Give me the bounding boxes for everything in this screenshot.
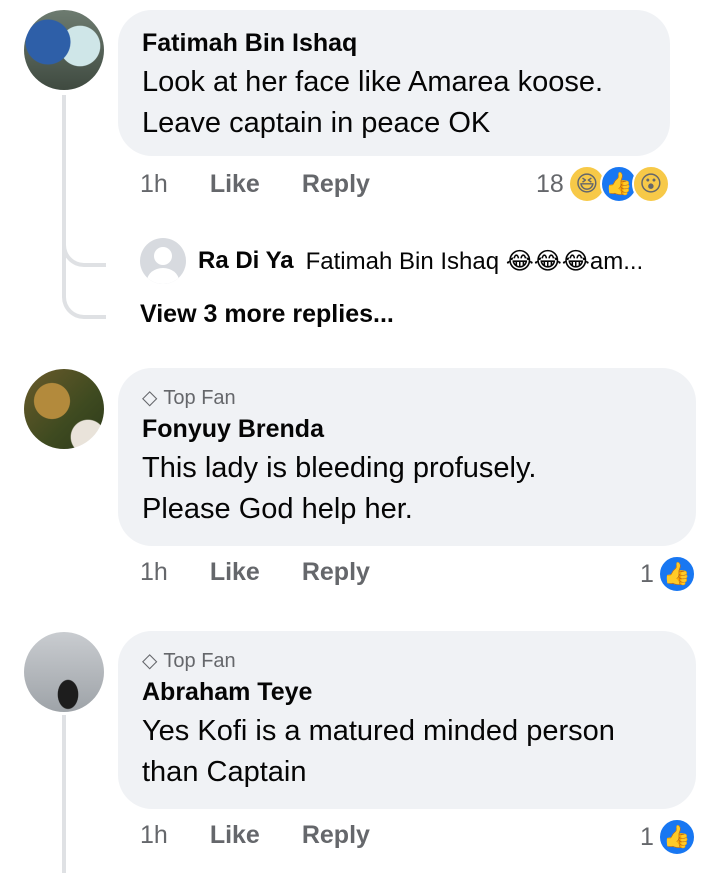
comment-actions: 1h Like Reply [140,821,370,850]
reply-button[interactable]: Reply [302,821,370,850]
comment-author[interactable]: Fonyuy Brenda [142,414,672,444]
comment-text-line: Look at her face like Amarea koose. [142,66,604,98]
reply-button[interactable]: Reply [302,170,370,199]
avatar[interactable] [24,369,104,449]
comment-actions: 1h Like Reply [140,170,370,199]
thread-branch [62,233,106,267]
reply-button[interactable]: Reply [302,558,370,587]
badge-label: Top Fan [163,650,236,672]
reaction-count: 1 [640,822,654,851]
like-button[interactable]: Like [210,821,260,850]
thread-line [62,95,66,295]
thread-line [62,715,66,873]
top-fan-badge: ◇ Top Fan [142,386,672,410]
reaction-count: 1 [640,559,654,588]
comment-text-line: This lady is bleeding profusely. [142,452,537,484]
comment-bubble: Fatimah Bin Ishaq Look at her face like … [118,10,670,156]
comment-time[interactable]: 1h [140,821,168,850]
reaction-summary[interactable]: 1 👍 [640,555,696,593]
comment-text-line: Please God help her. [142,493,413,525]
reply-author[interactable]: Ra Di Ya [198,247,294,275]
avatar[interactable] [24,10,104,90]
badge-label: Top Fan [163,387,236,409]
view-more-replies-link[interactable]: View 3 more replies... [140,300,394,329]
reaction-summary[interactable]: 18 😆 👍 😮 [536,165,670,203]
like-icon: 👍 [657,818,696,856]
diamond-icon: ◇ [142,650,158,672]
reaction-count: 18 [536,169,564,198]
reply-preview[interactable]: Ra Di Ya Fatimah Bin Ishaq 😂😂😂am... [140,238,643,284]
like-button[interactable]: Like [210,558,260,587]
like-icon: 👍 [657,555,696,593]
comment-text-line: Leave captain in peace OK [142,107,491,139]
comment-time[interactable]: 1h [140,170,168,199]
comment-actions: 1h Like Reply [140,558,370,587]
comment-author[interactable]: Fatimah Bin Ishaq [142,28,646,58]
comment-text-line: Yes Kofi is a matured minded person [142,715,615,747]
comment-bubble: ◇ Top Fan Abraham Teye Yes Kofi is a mat… [118,631,696,809]
thread-branch [62,285,106,319]
comment-bubble: ◇ Top Fan Fonyuy Brenda This lady is ble… [118,368,696,546]
reply-text: Fatimah Bin Ishaq 😂😂😂am... [305,247,644,275]
avatar[interactable] [24,632,104,712]
reaction-summary[interactable]: 1 👍 [640,818,696,856]
like-button[interactable]: Like [210,170,260,199]
avatar[interactable] [140,238,186,284]
comment-author[interactable]: Abraham Teye [142,677,672,707]
comment-time[interactable]: 1h [140,558,168,587]
diamond-icon: ◇ [142,387,158,409]
wow-icon: 😮 [631,165,670,203]
comment-text-line: than Captain [142,756,307,788]
top-fan-badge: ◇ Top Fan [142,649,672,673]
